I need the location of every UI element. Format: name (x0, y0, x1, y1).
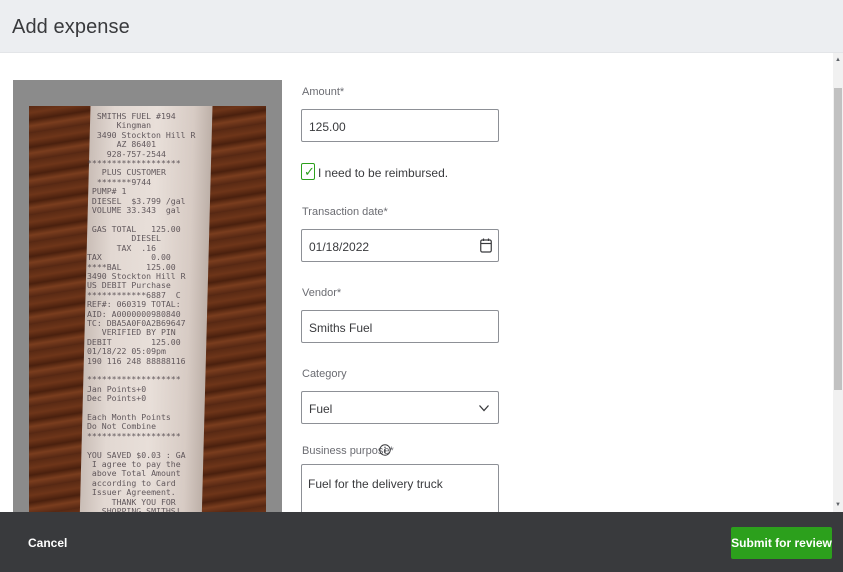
amount-label: Amount* (302, 86, 345, 98)
vendor-label: Vendor* (302, 287, 342, 299)
reimburse-label[interactable]: I need to be reimbursed. (318, 166, 448, 180)
scroll-up-arrow-icon[interactable]: ▲ (833, 56, 843, 64)
scroll-down-arrow-icon[interactable]: ▼ (833, 501, 843, 509)
scrollbar-thumb[interactable] (834, 88, 842, 390)
info-icon[interactable] (379, 444, 391, 456)
category-select[interactable]: Fuel (301, 391, 499, 424)
dialog-footer: Cancel Submit for review (0, 512, 843, 572)
checkmark-icon: ✓ (304, 164, 315, 179)
cancel-button[interactable]: Cancel (28, 536, 67, 550)
category-value: Fuel (309, 402, 333, 416)
vendor-field[interactable]: Smiths Fuel (301, 310, 499, 343)
reimburse-checkbox[interactable]: ✓ (301, 163, 315, 180)
receipt-image: SMITHS FUEL #194 Kingman 3490 Stockton H… (29, 106, 266, 512)
transaction-date-field[interactable]: 01/18/2022 (301, 229, 499, 262)
scrollbar[interactable]: ▲ ▼ (833, 53, 843, 512)
submit-for-review-button[interactable]: Submit for review (731, 527, 832, 559)
receipt-preview: SMITHS FUEL #194 Kingman 3490 Stockton H… (13, 80, 282, 512)
dialog-title: Add expense (12, 16, 130, 38)
dialog-header: Add expense (0, 0, 843, 53)
amount-field[interactable]: 125.00 (301, 109, 499, 142)
business-purpose-field[interactable]: Fuel for the delivery truck (301, 464, 499, 512)
transaction-date-value: 01/18/2022 (309, 240, 370, 254)
transaction-date-label: Transaction date* (302, 206, 388, 218)
chevron-down-icon (479, 405, 489, 412)
receipt-text: SMITHS FUEL #194 Kingman 3490 Stockton H… (87, 111, 196, 512)
business-purpose-value: Fuel for the delivery truck (308, 477, 443, 491)
vendor-value: Smiths Fuel (309, 321, 373, 335)
dialog-content[interactable]: SMITHS FUEL #194 Kingman 3490 Stockton H… (0, 53, 843, 512)
calendar-icon[interactable] (480, 238, 492, 253)
add-expense-dialog: Add expense SMITHS FUEL #194 Kingman 349… (0, 0, 843, 572)
amount-value: 125.00 (309, 120, 346, 134)
category-label: Category (302, 368, 347, 380)
